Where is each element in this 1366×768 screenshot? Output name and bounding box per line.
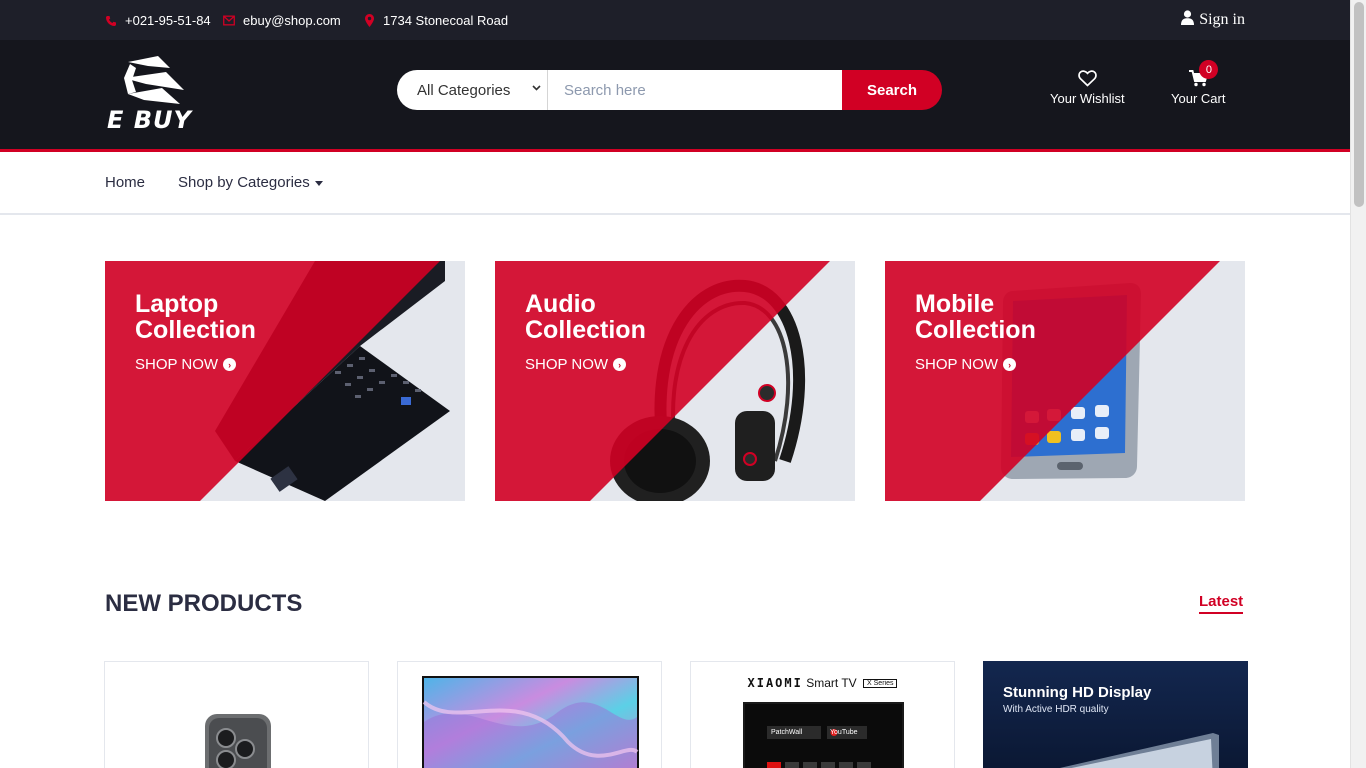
address-text: 1734 Stonecoal Road xyxy=(383,13,509,28)
collection-title-line1: Laptop xyxy=(135,290,219,318)
logo-text: E BUY xyxy=(107,106,192,134)
search-button[interactable]: Search xyxy=(842,70,942,110)
shop-now-link[interactable]: SHOP NOW › xyxy=(135,356,237,373)
product-image-smartphone xyxy=(205,714,271,768)
sign-in-label: Sign in xyxy=(1199,11,1245,28)
arrow-circle-right-icon: › xyxy=(223,358,237,371)
caret-down-icon xyxy=(314,178,323,188)
page-scrollbar[interactable] xyxy=(1350,0,1366,768)
sign-in-link[interactable]: Sign in xyxy=(1181,10,1245,30)
heart-icon xyxy=(1050,68,1125,88)
cart-label: Your Cart xyxy=(1171,91,1226,106)
hd-display-subtitle: With Active HDR quality xyxy=(1003,704,1109,715)
collection-audio[interactable]: Audio Collection SHOP NOW › xyxy=(495,261,855,501)
nav-home[interactable]: Home xyxy=(105,174,145,191)
arrow-circle-right-icon: › xyxy=(613,358,627,371)
user-icon xyxy=(1181,10,1195,30)
top-phone[interactable]: +021-95-51-84 xyxy=(105,13,211,28)
main-header: E BUY All Categories Search here Search … xyxy=(0,40,1350,149)
category-select-value: All Categories xyxy=(417,81,511,99)
chevron-down-icon xyxy=(532,83,541,94)
collection-title: Audio Collection xyxy=(525,291,646,343)
wishlist-label: Your Wishlist xyxy=(1050,91,1125,106)
product-card[interactable]: Stunning HD Display With Active HDR qual… xyxy=(983,661,1248,768)
wishlist-button[interactable]: Your Wishlist xyxy=(1050,68,1125,106)
cart-button[interactable]: 0 Your Cart xyxy=(1171,60,1226,106)
shop-now-link[interactable]: SHOP NOW › xyxy=(915,356,1017,373)
collection-laptop[interactable]: Laptop Collection SHOP NOW › xyxy=(105,261,465,501)
search-placeholder: Search here xyxy=(564,81,646,99)
product-card[interactable] xyxy=(397,661,662,768)
shop-now-label: SHOP NOW xyxy=(135,356,219,373)
collection-title-line2: Collection xyxy=(135,316,256,344)
top-address[interactable]: 1734 Stonecoal Road xyxy=(363,13,508,28)
tv-app-youtube: YouTube xyxy=(830,729,858,736)
scrollbar-thumb[interactable] xyxy=(1354,2,1364,207)
map-marker-icon xyxy=(363,14,375,27)
category-select[interactable]: All Categories xyxy=(397,70,548,110)
tv-app-patchwall: PatchWall xyxy=(771,729,803,736)
email-text: ebuy@shop.com xyxy=(243,13,341,28)
logo-mark-icon xyxy=(124,56,184,104)
collection-title: Laptop Collection xyxy=(135,291,256,343)
nav-shop-by-categories[interactable]: Shop by Categories xyxy=(178,174,323,191)
arrow-circle-right-icon: › xyxy=(1003,358,1017,371)
top-bar: +021-95-51-84 ebuy@shop.com 1734 Stoneco… xyxy=(0,0,1350,40)
main-nav: Home Shop by Categories xyxy=(0,152,1350,215)
phone-text: +021-95-51-84 xyxy=(125,13,211,28)
collection-mobile[interactable]: Mobile Collection SHOP NOW › xyxy=(885,261,1245,501)
new-products-title: NEW PRODUCTS xyxy=(105,590,303,617)
search-input[interactable]: Search here xyxy=(548,70,842,110)
product-image-television-abstract xyxy=(422,676,639,768)
tab-latest[interactable]: Latest xyxy=(1199,593,1244,614)
hd-display-title: Stunning HD Display xyxy=(1003,684,1152,701)
product-image-xiaomi-tv xyxy=(743,702,904,768)
collection-title-line1: Mobile xyxy=(915,290,995,318)
collection-title: Mobile Collection xyxy=(915,291,1036,343)
ebuy-logo[interactable]: E BUY xyxy=(105,52,205,136)
envelope-icon xyxy=(223,15,235,26)
product-card[interactable]: XIAOMI Smart TV X Series PatchWall YouTu… xyxy=(690,661,955,768)
shop-now-link[interactable]: SHOP NOW › xyxy=(525,356,627,373)
collection-title-line2: Collection xyxy=(525,316,646,344)
nav-home-label: Home xyxy=(105,174,146,191)
collection-title-line1: Audio xyxy=(525,290,596,318)
phone-icon xyxy=(105,15,117,27)
shop-now-label: SHOP NOW xyxy=(915,356,999,373)
search-bar: All Categories Search here Search xyxy=(397,70,942,110)
nav-categories-label: Shop by Categories xyxy=(178,174,310,191)
shop-now-label: SHOP NOW xyxy=(525,356,609,373)
product-card[interactable] xyxy=(104,661,369,768)
page: +021-95-51-84 ebuy@shop.com 1734 Stoneco… xyxy=(0,0,1350,768)
top-email[interactable]: ebuy@shop.com xyxy=(223,13,341,28)
collection-title-line2: Collection xyxy=(915,316,1036,344)
